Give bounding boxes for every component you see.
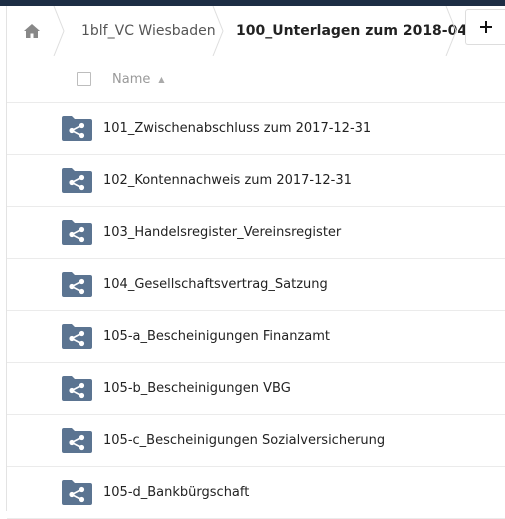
breadcrumb-separator-icon: [53, 6, 65, 56]
file-row[interactable]: 104_Gesellschaftsvertrag_Satzung: [7, 259, 505, 311]
file-name[interactable]: 101_Zwischenabschluss zum 2017-12-31: [103, 103, 371, 154]
shared-folder-icon[interactable]: [62, 323, 92, 349]
file-name[interactable]: 105-a_Bescheinigungen Finanzamt: [103, 311, 330, 362]
file-row[interactable]: 101_Zwischenabschluss zum 2017-12-31: [7, 103, 505, 155]
breadcrumb: 1blf_VC Wiesbaden 100_Unterlagen zum 201…: [7, 6, 505, 56]
file-name[interactable]: 102_Kontennachweis zum 2017-12-31: [103, 155, 352, 206]
shared-folder-icon[interactable]: [62, 427, 92, 453]
sort-ascending-icon: ▲: [158, 74, 165, 84]
file-name[interactable]: 103_Handelsregister_Vereinsregister: [103, 207, 341, 258]
shared-folder-icon[interactable]: [62, 219, 92, 245]
breadcrumb-item[interactable]: 1blf_VC Wiesbaden: [81, 6, 216, 56]
file-name[interactable]: 105-d_Bankbürgschaft: [103, 467, 249, 518]
file-row[interactable]: 102_Kontennachweis zum 2017-12-31: [7, 155, 505, 207]
file-row[interactable]: 105-b_Bescheinigungen VBG: [7, 363, 505, 415]
new-button[interactable]: [465, 9, 505, 45]
file-row[interactable]: 105-d_Bankbürgschaft: [7, 467, 505, 519]
shared-folder-icon[interactable]: [62, 479, 92, 505]
select-all-checkbox[interactable]: [77, 72, 91, 86]
name-column-header[interactable]: Name ▲: [112, 56, 165, 102]
breadcrumb-separator-icon: [212, 6, 224, 56]
file-row[interactable]: 105-c_Bescheinigungen Sozialversicherung: [7, 415, 505, 467]
file-row[interactable]: 105-a_Bescheinigungen Finanzamt: [7, 311, 505, 363]
name-column-label: Name: [112, 71, 151, 87]
shared-folder-icon[interactable]: [62, 271, 92, 297]
file-list-header: Name ▲: [7, 56, 505, 103]
breadcrumb-separator-icon: [445, 6, 457, 56]
home-icon: [24, 24, 40, 38]
file-list: 101_Zwischenabschluss zum 2017-12-31 102_…: [7, 103, 505, 519]
plus-icon: [480, 21, 492, 33]
file-name[interactable]: 105-c_Bescheinigungen Sozialversicherung: [103, 415, 385, 466]
shared-folder-icon[interactable]: [62, 375, 92, 401]
file-name[interactable]: 105-b_Bescheinigungen VBG: [103, 363, 291, 414]
file-row[interactable]: 103_Handelsregister_Vereinsregister: [7, 207, 505, 259]
shared-folder-icon[interactable]: [62, 115, 92, 141]
shared-folder-icon[interactable]: [62, 167, 92, 193]
file-name[interactable]: 104_Gesellschaftsvertrag_Satzung: [103, 259, 328, 310]
breadcrumb-home[interactable]: [23, 6, 41, 56]
